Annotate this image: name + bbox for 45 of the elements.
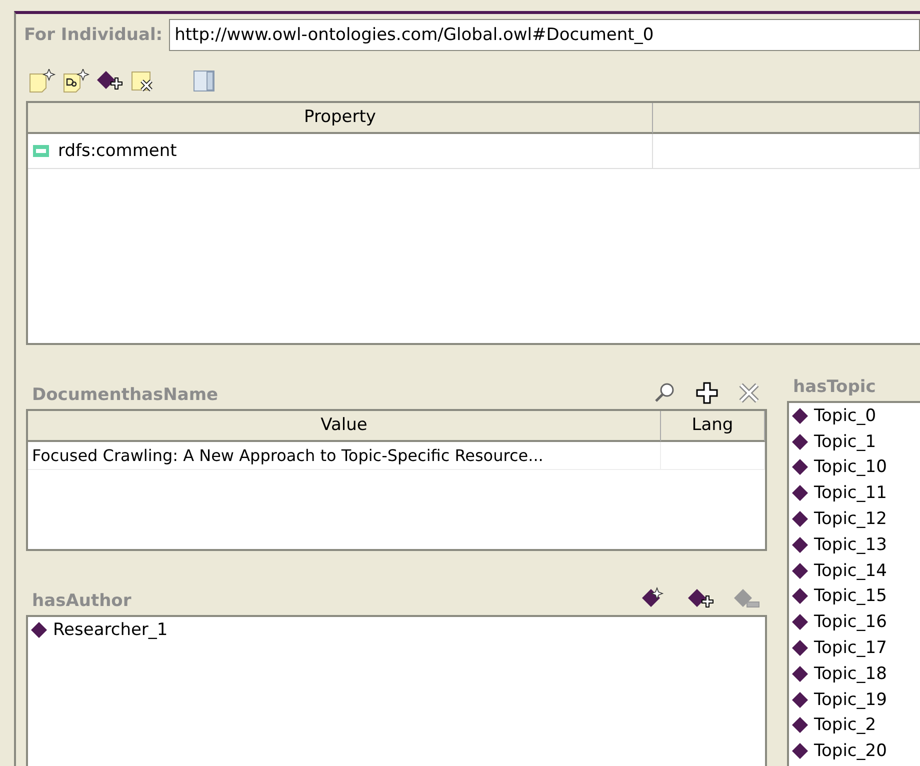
list-item[interactable]: Topic_13: [814, 534, 887, 555]
individual-icon: [791, 536, 809, 554]
panel-title: hasAuthor: [31, 591, 132, 611]
list-item[interactable]: Topic_1: [814, 432, 876, 452]
list-item[interactable]: Topic_2: [814, 715, 876, 736]
column-header[interactable]: [653, 103, 920, 134]
value-cell[interactable]: Focused Crawling: A New Approach to Topic-Specific Resource...: [28, 442, 661, 470]
list-item[interactable]: Topic_19: [814, 690, 887, 710]
property-name[interactable]: rdfs:comment: [58, 141, 177, 161]
individual-icon: [791, 639, 809, 658]
individual-icon: [791, 716, 809, 734]
individual-icon: [30, 620, 48, 639]
column-header[interactable]: Value: [28, 411, 661, 442]
panel-title: DocumenthasName: [31, 385, 218, 405]
individual-icon: [791, 510, 809, 528]
list-item[interactable]: Topic_18: [814, 664, 887, 684]
list-item[interactable]: Topic_14: [814, 560, 887, 581]
individual-icon: [791, 432, 809, 451]
list-item[interactable]: Researcher_1: [53, 620, 168, 640]
new-document-icon[interactable]: [62, 69, 90, 93]
individual-icon: [791, 562, 809, 580]
individual-icon: [791, 742, 809, 760]
new-note-icon[interactable]: [28, 69, 56, 93]
list-item[interactable]: Topic_16: [814, 612, 887, 632]
individual-icon: [791, 690, 809, 709]
list-item[interactable]: Topic_20: [814, 741, 887, 762]
list-item[interactable]: Topic_11: [814, 483, 887, 504]
individual-icon: [791, 587, 809, 606]
list-item[interactable]: Topic_15: [814, 586, 887, 606]
close-icon[interactable]: [737, 381, 761, 405]
individual-field[interactable]: http://www.owl-ontologies.com/Global.owl#Document_0: [168, 19, 920, 51]
list-item[interactable]: Topic_0: [814, 406, 876, 426]
add-icon[interactable]: [695, 381, 719, 405]
panel-title: hasTopic: [792, 377, 876, 397]
individual-icon: [791, 613, 809, 632]
list-item[interactable]: Topic_17: [814, 638, 887, 658]
list-item[interactable]: Topic_12: [814, 509, 887, 530]
individual-icon: [791, 406, 809, 425]
column-header[interactable]: Lang: [661, 411, 765, 442]
list-item[interactable]: Topic_10: [814, 457, 887, 478]
datatype-property-icon: [32, 144, 50, 158]
individual-icon: [791, 458, 809, 476]
individual-label: For Individual:: [24, 25, 163, 45]
individual-icon: [791, 664, 809, 683]
individual-icon: [791, 484, 809, 502]
